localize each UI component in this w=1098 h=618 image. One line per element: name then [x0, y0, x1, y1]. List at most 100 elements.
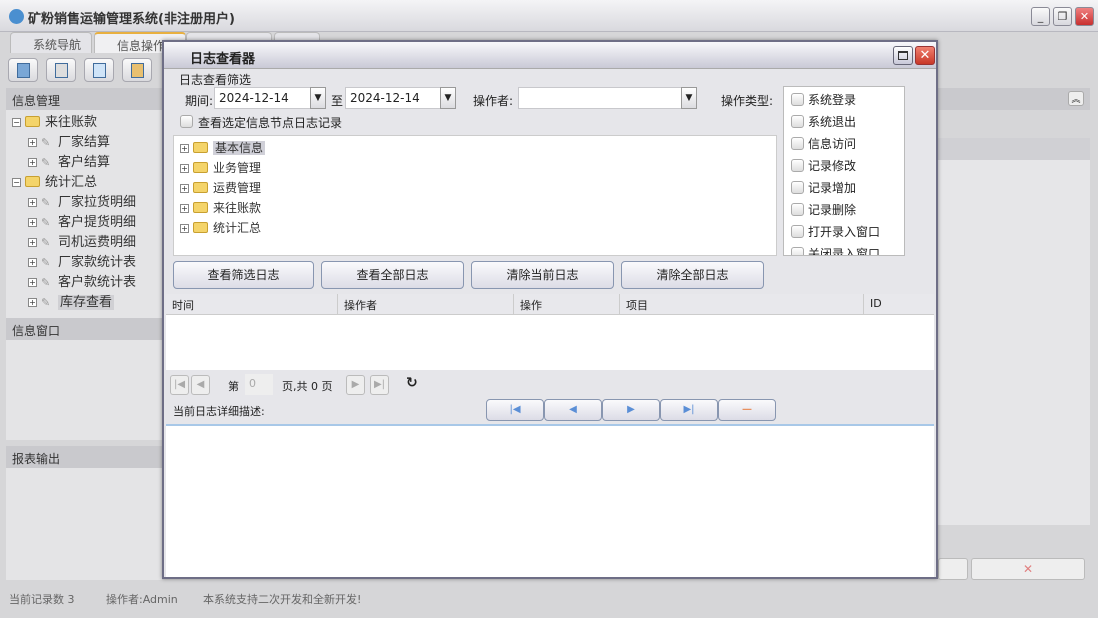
column-header-operator[interactable]: 操作者 [338, 294, 514, 315]
optype-option[interactable]: 系统退出 [791, 113, 856, 130]
optype-option[interactable]: 记录删除 [791, 201, 856, 218]
optype-option[interactable]: 记录修改 [791, 157, 856, 174]
checkbox[interactable] [791, 225, 804, 238]
collapse-icon[interactable]: − [12, 178, 21, 187]
node-log-checkbox[interactable] [180, 115, 193, 128]
tab-system-nav[interactable]: 系统导航 [10, 32, 92, 53]
list-tool-button[interactable] [46, 58, 76, 82]
expand-icon[interactable]: + [180, 164, 189, 173]
view-all-logs-button[interactable]: 查看全部日志 [321, 261, 464, 289]
tree-item[interactable]: + ✎ 客户款统计表 [28, 271, 136, 290]
expand-icon[interactable]: + [28, 278, 37, 287]
operator-select[interactable] [518, 87, 682, 109]
expand-icon[interactable]: + [28, 258, 37, 267]
optype-option[interactable]: 打开录入窗口 [791, 223, 880, 240]
optype-option[interactable]: 关闭录入窗口 [791, 245, 880, 255]
date-to-input[interactable]: 2024-12-14 [345, 87, 441, 109]
close-button[interactable]: ✕ [1075, 7, 1094, 26]
optype-label: 系统退出 [808, 115, 857, 129]
column-header-action[interactable]: 操作 [514, 294, 620, 315]
prev-log-button[interactable]: ◀ [544, 399, 602, 421]
expand-icon[interactable]: + [28, 218, 37, 227]
minimize-button[interactable]: _ [1031, 7, 1050, 26]
column-header-time[interactable]: 时间 [166, 294, 338, 315]
last-page-button[interactable]: ▶| [370, 375, 389, 395]
operator-dropdown[interactable]: ▼ [681, 87, 697, 109]
first-page-button[interactable]: |◀ [170, 375, 189, 395]
node-tree-item[interactable]: + 基本信息 [180, 139, 266, 156]
tree-item[interactable]: + ✎ 库存查看 [28, 291, 115, 310]
maximize-button[interactable]: ❐ [1053, 7, 1072, 26]
dialog-close-button[interactable]: ✕ [915, 46, 935, 65]
prev-page-button[interactable]: ◀ [191, 375, 210, 395]
next-page-button[interactable]: ▶ [346, 375, 365, 395]
tree-item[interactable]: + ✎ 客户提货明细 [28, 211, 136, 230]
first-log-button[interactable]: |◀ [486, 399, 544, 421]
tool-icon: ✎ [41, 236, 51, 249]
document-tool-button[interactable] [84, 58, 114, 82]
dialog-maximize-button[interactable] [893, 46, 913, 65]
search-tool-button[interactable] [8, 58, 38, 82]
tool-icon: ✎ [41, 276, 51, 289]
tree-item[interactable]: + ✎ 司机运费明细 [28, 231, 136, 250]
tree-item[interactable]: − 来往账款 [12, 111, 97, 130]
expand-icon[interactable]: + [180, 224, 189, 233]
node-tree-item[interactable]: + 运费管理 [180, 179, 261, 196]
expand-icon[interactable]: + [28, 158, 37, 167]
checkbox[interactable] [791, 115, 804, 128]
tree-item[interactable]: + ✎ 厂家款统计表 [28, 251, 136, 270]
checkbox[interactable] [791, 137, 804, 150]
node-tree-item[interactable]: + 业务管理 [180, 159, 261, 176]
node-label: 来往账款 [213, 201, 262, 215]
expand-icon[interactable]: + [28, 238, 37, 247]
node-tree-item[interactable]: + 来往账款 [180, 199, 261, 216]
checkbox[interactable] [791, 93, 804, 106]
log-detail-textarea[interactable] [166, 424, 934, 577]
optype-option[interactable]: 记录增加 [791, 179, 856, 196]
remove-log-button[interactable]: — [718, 399, 776, 421]
tree-item[interactable]: + ✎ 客户结算 [28, 151, 110, 170]
column-header-id[interactable]: ID [864, 294, 934, 315]
expand-icon[interactable]: + [180, 204, 189, 213]
right-button[interactable] [938, 558, 968, 580]
user-tool-button[interactable] [122, 58, 152, 82]
collapse-icon[interactable]: − [12, 118, 21, 127]
tree-item[interactable]: + ✎ 厂家结算 [28, 131, 110, 150]
expand-icon[interactable]: + [180, 144, 189, 153]
expand-icon[interactable]: + [180, 184, 189, 193]
date-to-dropdown[interactable]: ▼ [440, 87, 456, 109]
optype-label: 系统登录 [808, 93, 857, 107]
expand-icon[interactable]: + [28, 298, 37, 307]
last-log-button[interactable]: ▶| [660, 399, 718, 421]
next-log-button[interactable]: ▶ [602, 399, 660, 421]
node-label: 基本信息 [213, 141, 266, 155]
optype-option[interactable]: 信息访问 [791, 135, 856, 152]
tree-item-label: 客户提货明细 [58, 215, 137, 230]
checkbox[interactable] [791, 181, 804, 194]
panel-header-report-output: 报表输出 [6, 446, 162, 468]
expand-icon[interactable]: + [28, 138, 37, 147]
tree-item-label: 司机运费明细 [58, 235, 137, 250]
right-panel-body [938, 160, 1090, 525]
checkbox[interactable] [791, 247, 804, 255]
tree-item-label: 来往账款 [45, 115, 98, 130]
date-from-dropdown[interactable]: ▼ [310, 87, 326, 109]
collapse-icon[interactable]: ︽ [1068, 91, 1084, 106]
dialog-title: 日志查看器 [190, 52, 256, 67]
tree-item[interactable]: − 统计汇总 [12, 171, 97, 190]
right-panel-subheader [938, 138, 1090, 160]
refresh-icon[interactable]: ↻ [406, 375, 418, 391]
checkbox[interactable] [791, 159, 804, 172]
tree-item[interactable]: + ✎ 厂家拉货明细 [28, 191, 136, 210]
clear-all-logs-button[interactable]: 清除全部日志 [621, 261, 764, 289]
page-number-input[interactable]: 0 [245, 374, 273, 395]
optype-option[interactable]: 系统登录 [791, 91, 856, 108]
expand-icon[interactable]: + [28, 198, 37, 207]
date-from-input[interactable]: 2024-12-14 [214, 87, 311, 109]
view-filtered-logs-button[interactable]: 查看筛选日志 [173, 261, 314, 289]
checkbox[interactable] [791, 203, 804, 216]
column-header-item[interactable]: 项目 [620, 294, 864, 315]
clear-current-log-button[interactable]: 清除当前日志 [471, 261, 614, 289]
node-tree-item[interactable]: + 统计汇总 [180, 219, 261, 236]
delete-button[interactable]: ✕ [971, 558, 1085, 580]
